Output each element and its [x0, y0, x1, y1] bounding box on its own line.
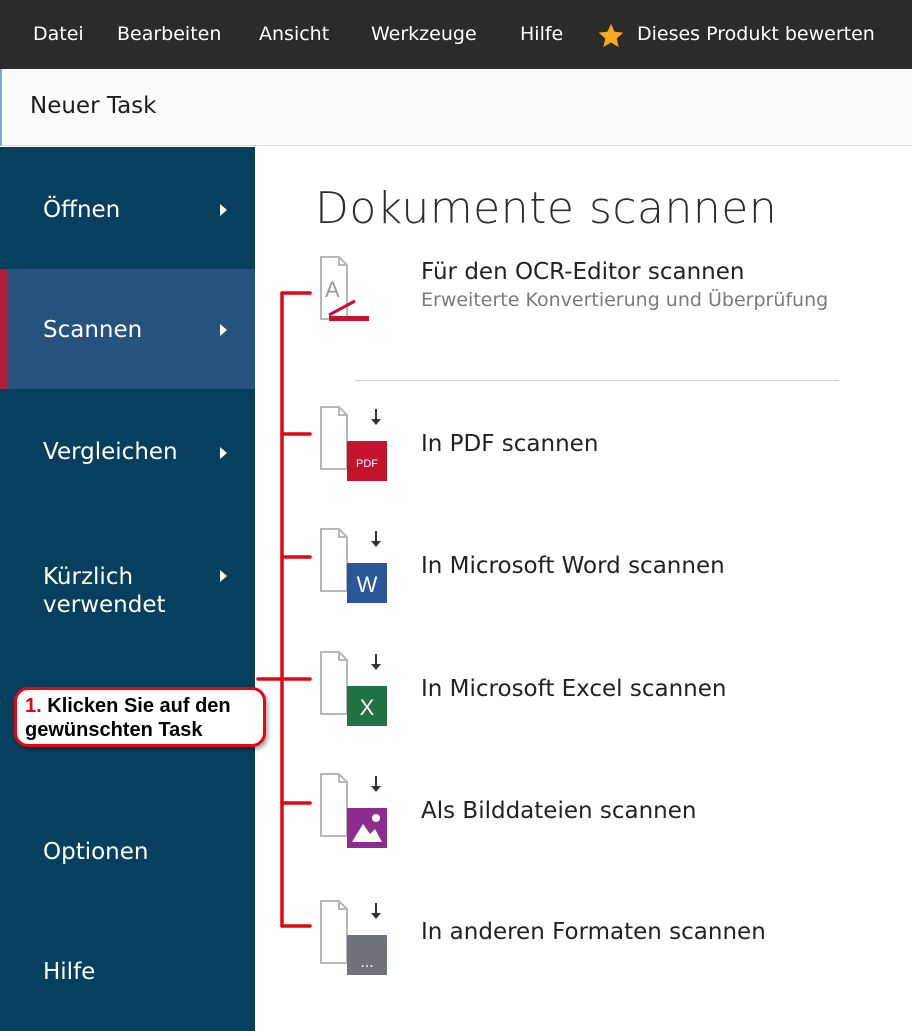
star-icon[interactable] — [597, 22, 625, 50]
sidebar: Öffnen Scannen Vergleichen Kürzlich verw… — [0, 147, 255, 1031]
chevron-right-icon — [220, 447, 227, 459]
sidebar-item-label: Hilfe — [43, 959, 96, 985]
sidebar-item-label: Öffnen — [43, 197, 121, 223]
menu-datei[interactable]: Datei — [33, 21, 84, 47]
task-scan-word[interactable]: W In Microsoft Word scannen — [315, 527, 895, 607]
other-badge-text: ... — [360, 954, 373, 971]
main-panel: Dokumente scannen A Für den OCR-Editor s… — [255, 147, 912, 1031]
word-badge-text: W — [357, 572, 378, 597]
task-scan-image[interactable]: Als Bilddateien scannen — [315, 772, 895, 852]
pdf-scan-icon: PDF — [320, 406, 387, 481]
excel-scan-icon: X — [320, 651, 387, 726]
callout-step-number: 1. — [25, 695, 42, 717]
menu-ansicht[interactable]: Ansicht — [259, 21, 329, 47]
word-scan-icon: W — [320, 528, 387, 603]
other-format-scan-icon: ... — [320, 900, 387, 975]
chevron-right-icon — [220, 324, 227, 336]
sidebar-item-label: Kürzlich — [43, 564, 134, 590]
menu-bar: Datei Bearbeiten Ansicht Werkzeuge Hilfe… — [0, 0, 912, 69]
menu-hilfe[interactable]: Hilfe — [520, 21, 563, 47]
task-sublabel: Erweiterte Konvertierung und Überprüfung — [421, 289, 829, 311]
callout-line1: Klicken Sie auf den — [47, 695, 231, 717]
pdf-badge-text: PDF — [356, 458, 378, 470]
sidebar-item-kuerzlich-verwendet[interactable]: Kürzlich verwendet — [0, 511, 255, 641]
chevron-right-icon — [220, 204, 227, 216]
sidebar-item-vergleichen[interactable]: Vergleichen — [0, 389, 255, 511]
task-label: In anderen Formaten scannen — [421, 919, 766, 945]
task-ocr-editor[interactable]: A Für den OCR-Editor scannen Erweiterte … — [315, 255, 895, 335]
sidebar-item-hilfe[interactable]: Hilfe — [0, 927, 255, 1017]
task-label: In Microsoft Word scannen — [421, 553, 725, 579]
sidebar-item-oeffnen[interactable]: Öffnen — [0, 147, 255, 269]
sidebar-item-label: Vergleichen — [43, 439, 178, 465]
menu-bearbeiten[interactable]: Bearbeiten — [117, 21, 221, 47]
task-tab-title[interactable]: Neuer Task — [30, 93, 157, 119]
menu-werkzeuge[interactable]: Werkzeuge — [371, 21, 477, 47]
callout-line2: gewünschten Task — [25, 719, 203, 741]
page-title: Dokumente scannen — [315, 183, 778, 234]
task-label: Für den OCR-Editor scannen — [421, 259, 745, 285]
sidebar-item-label: verwendet — [43, 592, 166, 618]
task-label: Als Bilddateien scannen — [421, 798, 697, 824]
divider — [355, 380, 839, 381]
svg-text:A: A — [325, 277, 340, 302]
excel-badge-text: X — [360, 695, 375, 720]
sidebar-item-label: Optionen — [43, 839, 149, 865]
task-scan-pdf[interactable]: PDF In PDF scannen — [315, 405, 895, 485]
menu-rate-product[interactable]: Dieses Produkt bewerten — [637, 21, 875, 47]
chevron-right-icon — [220, 570, 227, 582]
task-scan-excel[interactable]: X In Microsoft Excel scannen — [315, 650, 895, 730]
ocr-editor-scan-icon: A — [320, 256, 369, 321]
instruction-callout: 1. Klicken Sie auf den gewünschten Task — [14, 687, 266, 747]
sidebar-item-scannen[interactable]: Scannen — [0, 269, 255, 389]
sidebar-item-optionen[interactable]: Optionen — [0, 807, 255, 897]
image-scan-icon — [320, 773, 387, 848]
callout-text: 1. Klicken Sie auf den gewünschten Task — [25, 694, 231, 742]
task-label: In PDF scannen — [421, 431, 599, 457]
task-tab-bar: Neuer Task — [0, 69, 912, 146]
sidebar-item-label: Scannen — [43, 317, 143, 343]
task-scan-other-formats[interactable]: ... In anderen Formaten scannen — [315, 899, 895, 979]
task-label: In Microsoft Excel scannen — [421, 676, 727, 702]
